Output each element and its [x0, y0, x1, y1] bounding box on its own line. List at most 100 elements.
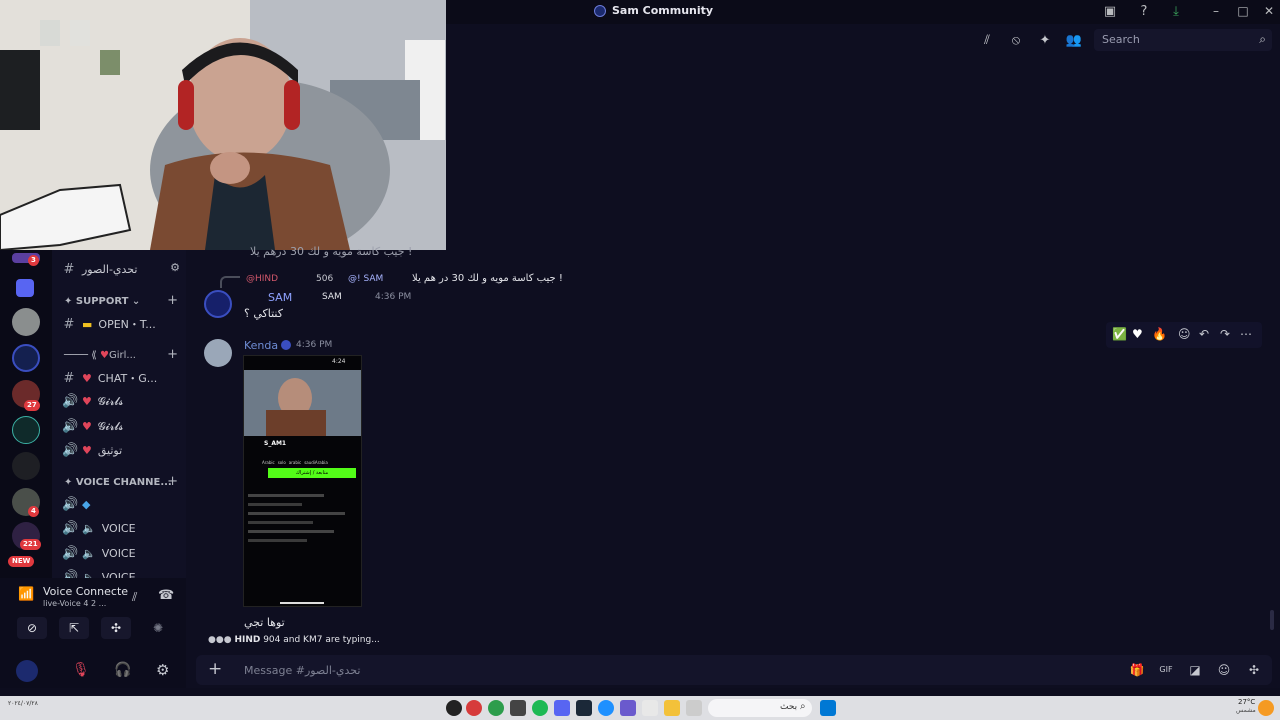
gif-icon[interactable]: GIF: [1158, 665, 1174, 674]
fire-reaction-icon[interactable]: 🔥: [1152, 327, 1167, 341]
spotify-icon[interactable]: [532, 700, 548, 716]
chrome-icon[interactable]: [488, 700, 504, 716]
voice-channel-girls[interactable]: 🔊 ♥ 𝓖𝓲𝓻𝓵𝓼: [62, 394, 123, 409]
avatar[interactable]: [16, 660, 38, 682]
notifications-muted-icon[interactable]: ⦸: [1007, 33, 1025, 49]
channel-current[interactable]: # تحدي-الصور: [62, 262, 138, 277]
edge-icon[interactable]: [598, 700, 614, 716]
gear-icon[interactable]: ⚙: [170, 261, 180, 274]
voice-channel-tawtheeq[interactable]: 🔊 ♥ توثيق: [62, 443, 122, 458]
app-icon[interactable]: [686, 700, 702, 716]
hashtag-icon: #: [63, 316, 75, 332]
download-icon[interactable]: ⤓: [1168, 4, 1184, 20]
message-timestamp: 4:36 PM: [296, 340, 333, 350]
reply-line: [220, 276, 240, 288]
server-icon[interactable]: [12, 416, 40, 444]
discord-icon[interactable]: [554, 700, 570, 716]
maximize-button[interactable]: □: [1233, 4, 1253, 18]
voice-channel-1[interactable]: 🔊 🔈 VOICE: [62, 521, 136, 536]
camera-off-button[interactable]: ⊘: [17, 617, 47, 639]
typing-indicator: ●●● HIND 904 and KM7 are typing...: [208, 635, 380, 645]
weather-icon[interactable]: [1258, 700, 1274, 716]
gem-icon: ◆: [82, 498, 91, 511]
noise-suppression-icon[interactable]: ⫽: [132, 590, 137, 605]
add-attachment-button[interactable]: +: [208, 659, 222, 679]
minimize-button[interactable]: –: [1206, 4, 1226, 18]
server-icon[interactable]: [12, 452, 40, 480]
scrollbar[interactable]: [1270, 610, 1274, 630]
steam-icon[interactable]: [576, 700, 592, 716]
avatar[interactable]: [204, 290, 232, 318]
threads-icon[interactable]: ⫽: [978, 33, 996, 49]
disconnect-icon[interactable]: ☎: [158, 588, 174, 603]
speaker-icon: 🔊: [62, 394, 79, 409]
unread-badge: 221: [20, 539, 41, 550]
add-channel-button[interactable]: +: [167, 474, 178, 489]
add-channel-button[interactable]: +: [167, 347, 178, 362]
app-icon[interactable]: [466, 700, 482, 716]
heart-icon: ♥: [82, 444, 92, 457]
ticket-icon: ▬: [82, 317, 93, 331]
heart-icon: ♥: [82, 371, 92, 385]
app-icon[interactable]: [510, 700, 526, 716]
soundboard-button[interactable]: ✺: [143, 617, 173, 639]
pin-icon[interactable]: ✦: [1036, 33, 1054, 49]
screen-share-icon[interactable]: ▣: [1102, 4, 1118, 20]
gift-icon[interactable]: 🎁: [1129, 663, 1145, 677]
window-title: Sam Community: [594, 4, 713, 17]
check-reaction-icon[interactable]: ✅: [1112, 327, 1127, 341]
voice-channel-sapphire[interactable]: 🔊 ◆: [62, 497, 90, 512]
server-icon-sam[interactable]: [12, 344, 40, 372]
start-icon[interactable]: [820, 700, 836, 716]
voice-channel-2[interactable]: 🔊 🔈 VOICE: [62, 546, 136, 561]
voice-channel-girls[interactable]: 🔊 ♥ 𝓖𝓲𝓻𝓵𝓼: [62, 419, 123, 434]
image-attachment[interactable]: 4:24 S_AM1 Arabic solo arabic saudiArabia م…: [243, 355, 362, 607]
category-support[interactable]: ✦ SUPPORT ⌄: [64, 296, 140, 307]
file-explorer-icon[interactable]: [664, 700, 680, 716]
typing-dots-icon: ●●●: [208, 635, 232, 645]
author-name-kenda[interactable]: Kenda: [244, 339, 278, 352]
activities-button[interactable]: ✣: [101, 617, 131, 639]
apps-icon[interactable]: ✣: [1246, 663, 1262, 677]
gear-icon[interactable]: ⚙: [156, 661, 169, 679]
channel-open[interactable]: # ▬ OPEN・T...: [62, 316, 156, 332]
deafen-icon[interactable]: 🎧: [114, 662, 131, 678]
speaker-icon: 🔈: [82, 547, 96, 560]
emoji-icon[interactable]: ☺: [1216, 663, 1232, 677]
category-voice[interactable]: ✦ VOICE CHANNE...: [64, 477, 172, 488]
speaker-icon: 🔊: [62, 521, 79, 536]
folder-icon[interactable]: [16, 279, 34, 297]
app-icon[interactable]: [620, 700, 636, 716]
forward-icon[interactable]: ↷: [1220, 327, 1230, 341]
author-name-sam[interactable]: SAM: [268, 291, 292, 304]
category-girls[interactable]: ──── ⟪ ♥Girl...: [64, 350, 136, 361]
channel-chat[interactable]: # ♥ CHAT・G...: [62, 370, 158, 386]
add-reaction-icon[interactable]: ☺: [1178, 327, 1191, 341]
screen-share-button[interactable]: ⇱: [59, 617, 89, 639]
members-icon[interactable]: 👥: [1065, 33, 1083, 49]
app-icon[interactable]: [642, 700, 658, 716]
media-app-icon[interactable]: [446, 700, 462, 716]
message-composer[interactable]: + Message #تحدي-الصور 🎁 GIF ◪ ☺ ✣: [196, 655, 1272, 685]
help-icon[interactable]: ?: [1136, 4, 1152, 20]
speaker-icon: 🔈: [82, 522, 96, 535]
hashtag-icon: #: [63, 262, 75, 277]
heart-reaction-icon[interactable]: ♥: [1132, 327, 1143, 341]
add-channel-button[interactable]: +: [167, 293, 178, 308]
server-icon: [594, 4, 606, 17]
reply-mention: @! SAM: [348, 274, 384, 284]
heart-icon: ♥: [82, 395, 92, 408]
close-button[interactable]: ✕: [1259, 4, 1279, 18]
voice-panel: 📶 Voice Connecte live-Voice 4 2 ... ⫽ ☎ …: [0, 578, 186, 688]
reply-icon[interactable]: ↶: [1199, 327, 1209, 341]
server-icon[interactable]: [12, 308, 40, 336]
sticker-icon[interactable]: ◪: [1187, 663, 1203, 677]
mute-icon[interactable]: 🎙: [72, 662, 90, 678]
more-icon[interactable]: ⋯: [1240, 327, 1252, 341]
taskbar-search[interactable]: بحث ⌕: [708, 699, 812, 717]
heart-icon: ♥: [82, 420, 92, 433]
role-tag: SAM: [322, 292, 342, 302]
search-input[interactable]: Search ⌕: [1094, 29, 1272, 51]
avatar[interactable]: [204, 339, 232, 367]
webcam-overlay: [0, 0, 446, 250]
